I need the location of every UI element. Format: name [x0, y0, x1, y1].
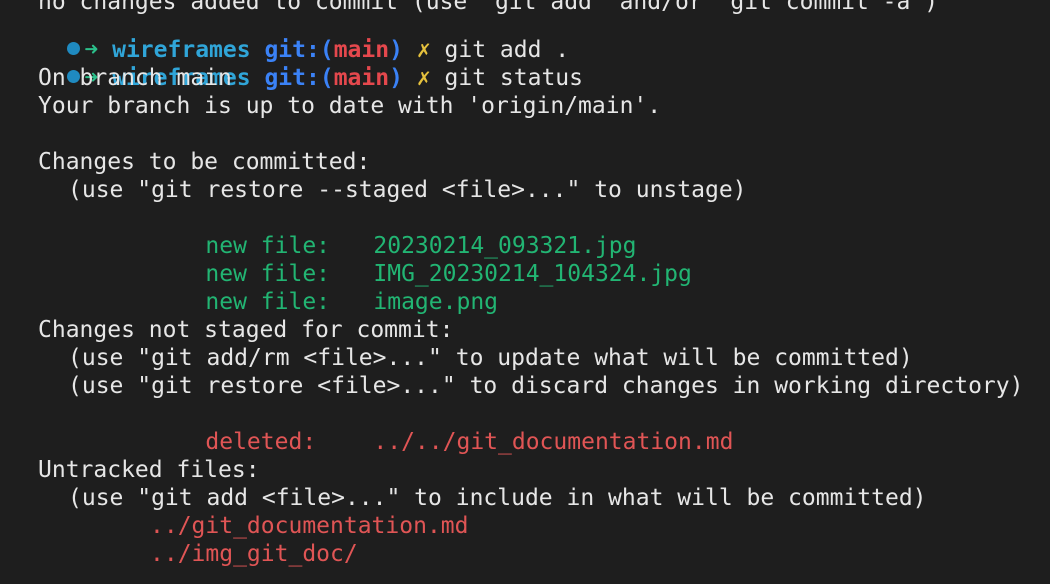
file-status-kind: new file:: [205, 289, 331, 315]
prompt-line-git-add: ➜ wireframes git:(main) ✗ git add .: [12, 8, 569, 63]
prompt-command: git status: [444, 65, 584, 91]
staged-file-entry: new file: IMG_20230214_104324.jpg: [150, 232, 692, 287]
unstaged-header: Changes not staged for commit:: [38, 317, 454, 343]
untracked-file: ../git_documentation.md: [150, 513, 469, 539]
file-path: image.png: [373, 289, 499, 315]
prompt-branch: main: [333, 65, 390, 91]
staged-file-entry: new file: image.png: [150, 260, 498, 315]
untracked-header: Untracked files:: [38, 457, 260, 483]
prompt-paren-close: ): [389, 65, 403, 91]
terminal-window[interactable]: no changes added to commit (use "git add…: [0, 0, 1050, 584]
staged-hint: (use "git restore --staged <file>..." to…: [68, 177, 747, 203]
prompt-paren-open: (: [319, 65, 334, 91]
untracked-file: ../img_git_doc/: [150, 541, 358, 567]
untracked-hint: (use "git add <file>..." to include in w…: [68, 485, 927, 511]
prompt-line-git-status: ➜ wireframes git:(main) ✗ git status: [12, 36, 583, 91]
file-status-kind: deleted:: [205, 429, 317, 455]
on-branch-line: On branch main: [38, 65, 232, 91]
staged-file-entry: new file: 20230214_093321.jpg: [150, 204, 636, 259]
unstaged-hint-restore: (use "git restore <file>..." to discard …: [68, 373, 1024, 399]
staged-header: Changes to be committed:: [38, 149, 371, 175]
file-path: ../../git_documentation.md: [373, 429, 734, 455]
unstaged-hint-add: (use "git add/rm <file>..." to update wh…: [68, 345, 913, 371]
prompt-git-label: git:: [264, 65, 320, 91]
dirty-mark-icon: ✗: [416, 65, 431, 91]
unstaged-file-entry: deleted: ../../git_documentation.md: [150, 400, 733, 455]
up-to-date-line: Your branch is up to date with 'origin/m…: [38, 93, 662, 119]
